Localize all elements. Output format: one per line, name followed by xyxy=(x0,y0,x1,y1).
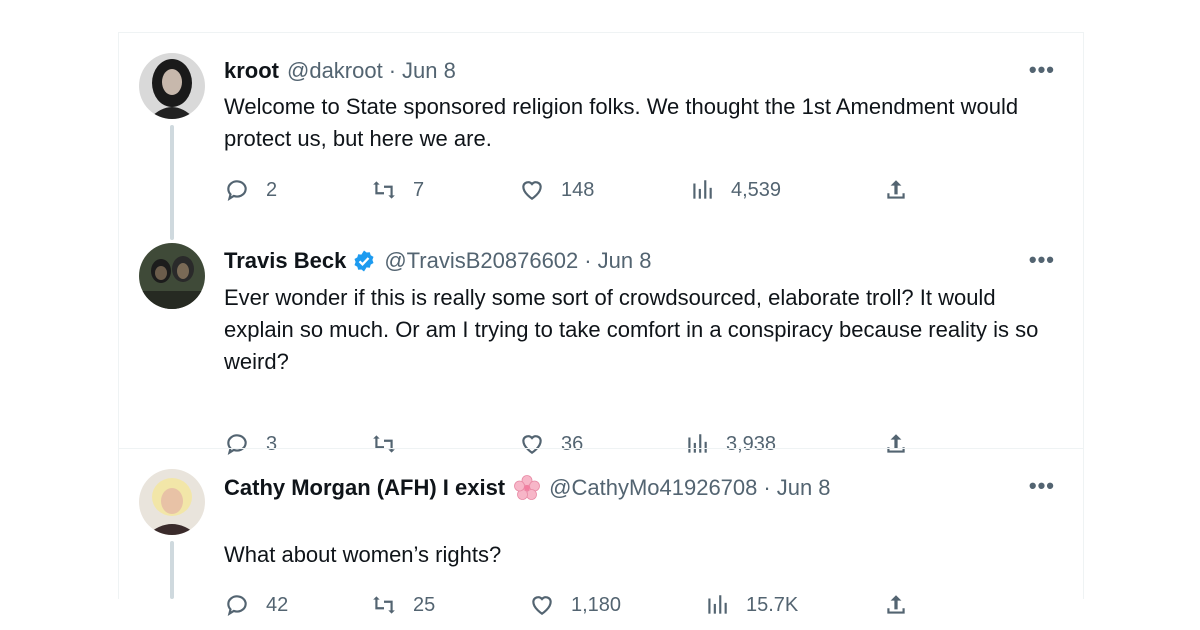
tweet[interactable]: Travis Beck @TravisB20876602 · Jun 8 •••… xyxy=(119,243,1083,456)
reply-button[interactable]: 42 xyxy=(224,592,288,618)
tweet[interactable]: kroot @dakroot · Jun 8 ••• Welcome to St… xyxy=(119,33,1083,248)
tweet-date[interactable]: Jun 8 xyxy=(598,248,652,274)
user-handle[interactable]: @TravisB20876602 xyxy=(384,248,578,274)
retweet-button[interactable]: 7 xyxy=(371,177,424,203)
tweet-actions: 42 25 1,180 15.7K xyxy=(224,592,1024,622)
views-icon xyxy=(708,595,727,614)
share-icon xyxy=(887,595,905,614)
display-name[interactable]: kroot xyxy=(224,58,279,84)
reply-icon xyxy=(227,180,247,202)
tweet-actions: 2 7 148 4,539 xyxy=(224,177,1024,207)
like-icon xyxy=(532,596,552,615)
thread-line xyxy=(170,541,174,599)
separator-dot: · xyxy=(388,58,397,83)
avatar[interactable] xyxy=(139,469,205,535)
tweet-date[interactable]: Jun 8 xyxy=(777,475,831,501)
user-handle[interactable]: @dakroot xyxy=(287,58,383,84)
user-handle[interactable]: @CathyMo41926708 xyxy=(549,475,757,501)
share-icon xyxy=(887,180,905,199)
separator-dot: · xyxy=(584,248,592,273)
like-count: 148 xyxy=(561,178,595,201)
display-name[interactable]: Travis Beck xyxy=(224,248,346,274)
retweet-button[interactable]: 25 xyxy=(371,592,435,618)
reply-count: 42 xyxy=(266,593,289,616)
tweet-text: Ever wonder if this is really some sort … xyxy=(224,285,1039,374)
avatar[interactable] xyxy=(139,243,205,309)
views-icon xyxy=(693,180,712,199)
cherry-blossom-emoji xyxy=(514,475,541,500)
tweet-thread-panel: kroot @dakroot · Jun 8 ••• Welcome to St… xyxy=(118,32,1084,617)
more-options-button[interactable]: ••• xyxy=(1029,247,1055,273)
like-button[interactable]: 148 xyxy=(519,177,594,203)
retweet-icon xyxy=(373,596,395,614)
verified-badge-icon xyxy=(354,250,374,272)
thread-line xyxy=(170,125,174,240)
like-button[interactable]: 1,180 xyxy=(529,592,621,618)
display-name[interactable]: Cathy Morgan (AFH) I exist xyxy=(224,475,505,501)
more-options-button[interactable]: ••• xyxy=(1029,473,1055,499)
retweet-icon xyxy=(373,181,395,199)
tweet-header: Travis Beck @TravisB20876602 · Jun 8 xyxy=(224,248,651,274)
reply-icon xyxy=(227,595,247,617)
tweet-date[interactable]: Jun 8 xyxy=(402,58,456,84)
like-count: 1,180 xyxy=(571,593,622,616)
reply-count: 2 xyxy=(266,178,278,201)
share-button[interactable] xyxy=(883,177,909,203)
retweet-count: 25 xyxy=(413,593,436,616)
views-button[interactable]: 4,539 xyxy=(689,177,781,203)
like-icon xyxy=(522,181,542,200)
tweet-text: Welcome to State sponsored religion folk… xyxy=(224,94,1019,151)
retweet-count: 7 xyxy=(413,178,425,201)
view-count: 4,539 xyxy=(731,178,782,201)
tweet[interactable]: Cathy Morgan (AFH) I exist @CathyMo41926… xyxy=(119,449,1083,617)
reply-button[interactable]: 2 xyxy=(224,177,277,203)
tweet-header: kroot @dakroot · Jun 8 xyxy=(224,58,456,84)
avatar[interactable] xyxy=(139,53,205,119)
view-count: 15.7K xyxy=(746,593,799,616)
separator-dot: · xyxy=(763,475,771,500)
views-button[interactable]: 15.7K xyxy=(704,592,798,618)
tweet-header: Cathy Morgan (AFH) I exist @CathyMo41926… xyxy=(224,474,831,502)
tweet-text: What about women’s rights? xyxy=(224,542,502,567)
share-button[interactable] xyxy=(883,592,909,618)
more-options-button[interactable]: ••• xyxy=(1029,57,1055,83)
